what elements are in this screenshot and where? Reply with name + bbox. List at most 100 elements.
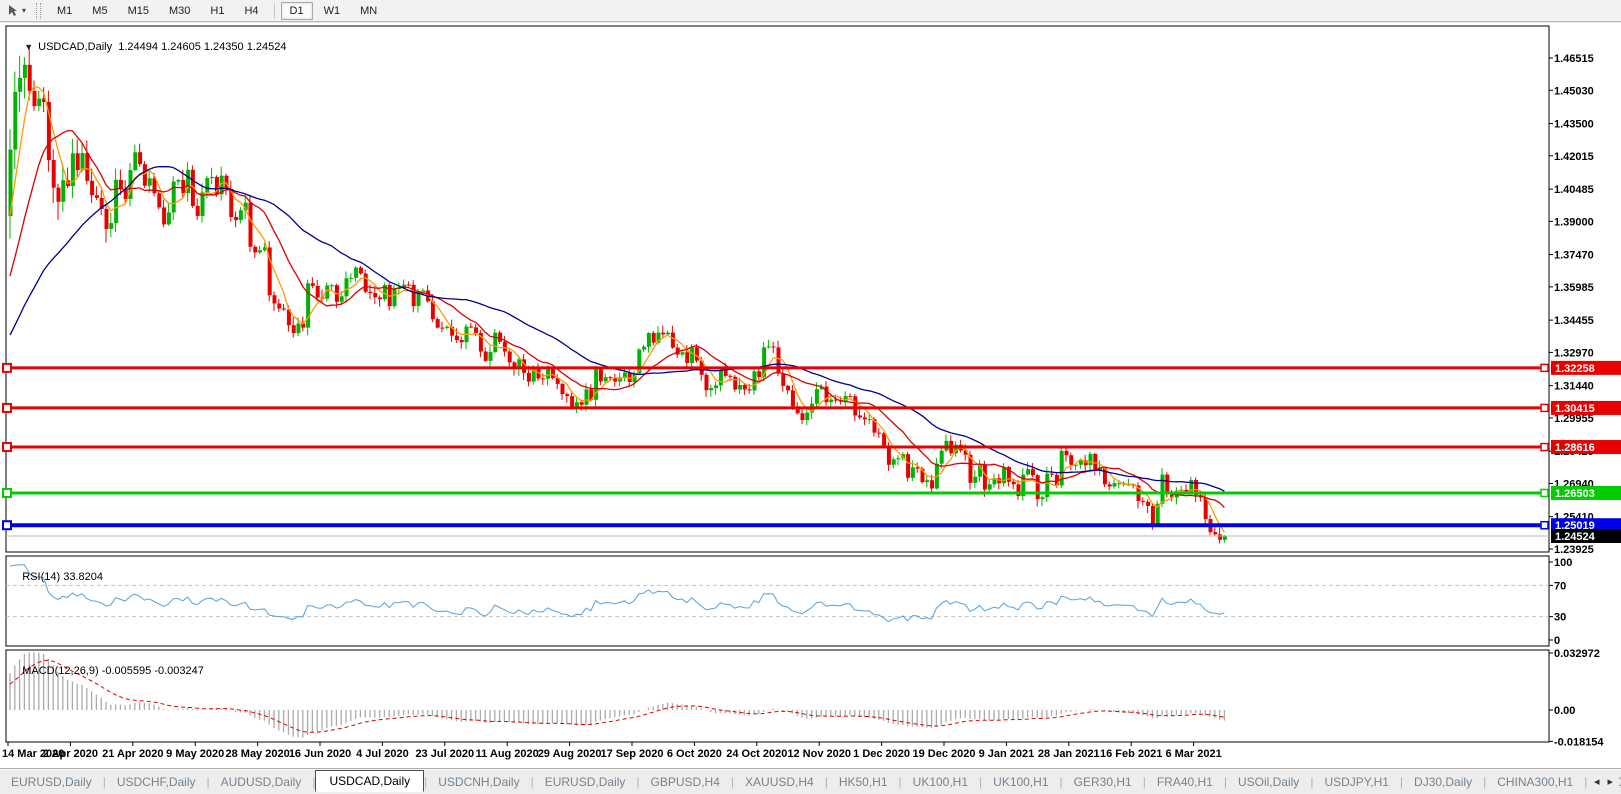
- price-tick-label: 1.45030: [1554, 85, 1594, 97]
- hline-price-label: 1.30415: [1555, 403, 1595, 415]
- chart-tab-hk50-h1[interactable]: HK50,H1: [828, 772, 899, 792]
- rsi-name: RSI(14): [22, 571, 60, 583]
- cursor-icon: [6, 4, 20, 18]
- hline-right-handle[interactable]: [1541, 522, 1548, 529]
- moving-average-line-5: [10, 86, 1224, 532]
- timeframe-H1[interactable]: H1: [201, 2, 233, 20]
- symbol-tab-bar: EURUSD,Daily|USDCHF,Daily|AUDUSD,Daily|U…: [0, 768, 1621, 794]
- timeframe-M5[interactable]: M5: [83, 2, 116, 20]
- macd-pane-border: [6, 650, 1549, 742]
- macd-indicator-label: MACD(12,26,9) -0.005595 -0.003247: [10, 653, 204, 689]
- rsi-tick-label: 70: [1554, 580, 1566, 592]
- macd-tick-label: 0.032972: [1554, 648, 1600, 660]
- price-tick-label: 1.42015: [1554, 151, 1594, 163]
- candles-layer[interactable]: [9, 46, 1227, 544]
- date-label: 16 Feb 2021: [1100, 748, 1162, 760]
- date-label: 23 Jul 2020: [415, 748, 474, 760]
- chart-symbol-period: USDCAD,Daily: [38, 41, 112, 53]
- timeframe-M30[interactable]: M30: [160, 2, 199, 20]
- hline-right-handle[interactable]: [1541, 364, 1548, 371]
- chart-tab-fra40-h1[interactable]: FRA40,H1: [1146, 772, 1224, 792]
- chart-tab-uk100-h1[interactable]: UK100,H1: [902, 772, 979, 792]
- date-label: 6 Mar 2021: [1165, 748, 1221, 760]
- price-tick-label: 1.37470: [1554, 250, 1594, 262]
- timeframe-W1[interactable]: W1: [315, 2, 350, 20]
- hline-right-handle[interactable]: [1541, 404, 1548, 411]
- date-label: 17 Sep 2020: [601, 748, 664, 760]
- rsi-line: [10, 565, 1224, 622]
- price-chart-canvas[interactable]: 1.46515 1.45030 1.43500 1.42015 1.40485 1.390…: [0, 23, 1621, 764]
- chart-tab-usdcnh-daily[interactable]: USDCNH,Daily: [427, 772, 530, 792]
- moving-average-line-34: [10, 167, 1224, 492]
- price-tick-label: 1.35985: [1554, 282, 1594, 294]
- chart-tab-xauusd-h4[interactable]: XAUUSD,H4: [734, 772, 825, 792]
- date-label: 6 Oct 2020: [667, 748, 722, 760]
- scroll-right-icon[interactable]: ▸: [1607, 775, 1613, 788]
- chart-tab-gbpusd-h4[interactable]: GBPUSD,H4: [640, 772, 731, 792]
- chart-tab-usdjpy-h1[interactable]: USDJPY,H1: [1313, 772, 1399, 792]
- date-label: 24 Oct 2020: [726, 748, 787, 760]
- date-label: 29 Aug 2020: [538, 748, 602, 760]
- price-tick-label: 1.46515: [1554, 53, 1594, 65]
- timeframe-M15[interactable]: M15: [119, 2, 158, 20]
- date-label: 12 Nov 2020: [787, 748, 851, 760]
- chevron-down-icon: ▾: [22, 6, 26, 15]
- price-tick-label: 1.23925: [1554, 544, 1594, 556]
- hline-left-handle[interactable]: [3, 364, 11, 372]
- date-label: 19 Dec 2020: [913, 748, 976, 760]
- tab-scroll-arrows: ◂ ▸: [1588, 770, 1619, 792]
- chart-window[interactable]: 1.46515 1.45030 1.43500 1.42015 1.40485 1.390…: [0, 23, 1621, 764]
- chart-tab-dj30-daily[interactable]: DJ30,Daily: [1403, 772, 1483, 792]
- timeframe-H4[interactable]: H4: [235, 2, 267, 20]
- chart-tab-china300-h1[interactable]: CHINA300,H1: [1486, 772, 1584, 792]
- hline-left-handle[interactable]: [3, 443, 11, 451]
- main-pane-border: [6, 26, 1549, 552]
- chart-tab-usdcad-daily[interactable]: USDCAD,Daily: [315, 770, 424, 792]
- date-label: 1 Dec 2020: [853, 748, 910, 760]
- hline-right-handle[interactable]: [1541, 489, 1548, 496]
- hline-price-label: 1.32258: [1555, 363, 1595, 375]
- date-label: 21 Apr 2020: [102, 748, 163, 760]
- date-label: 4 Jul 2020: [356, 748, 409, 760]
- price-tick-label: 1.34455: [1554, 315, 1594, 327]
- chart-tab-audusd-daily[interactable]: AUDUSD,Daily: [210, 772, 313, 792]
- timeframe-button-group: M1M5M15M30H1H4 D1W1MN: [47, 2, 387, 20]
- date-label: 2 Apr 2020: [43, 748, 98, 760]
- rsi-indicator-label: RSI(14) 33.8204: [10, 559, 103, 595]
- hline-left-handle[interactable]: [3, 404, 11, 412]
- rsi-tick-label: 100: [1554, 557, 1572, 569]
- chart-title: ▼USDCAD,Daily 1.24494 1.24605 1.24350 1.…: [12, 29, 286, 65]
- price-tick-label: 1.32970: [1554, 347, 1594, 359]
- macd-tick-label: 0.00: [1554, 705, 1575, 717]
- price-tick-label: 1.40485: [1554, 184, 1594, 196]
- rsi-tick-label: 0: [1554, 635, 1560, 647]
- date-label: 28 Jan 2021: [1038, 748, 1100, 760]
- hline-price-label: 1.26503: [1555, 488, 1595, 500]
- hline-right-handle[interactable]: [1541, 444, 1548, 451]
- cursor-tool-button[interactable]: ▾: [0, 0, 30, 21]
- hline-price-label: 1.28616: [1555, 442, 1595, 454]
- macd-name: MACD(12,26,9): [22, 665, 98, 677]
- chart-tab-eurusd-daily[interactable]: EURUSD,Daily: [0, 772, 103, 792]
- chart-tab-eurusd-daily[interactable]: EURUSD,Daily: [534, 772, 637, 792]
- hline-left-handle[interactable]: [3, 489, 11, 497]
- date-label: 16 Jun 2020: [289, 748, 351, 760]
- macd-main-value: -0.005595: [102, 665, 152, 677]
- scroll-left-icon[interactable]: ◂: [1594, 775, 1600, 788]
- timeframe-MN[interactable]: MN: [351, 2, 386, 20]
- chart-tab-uk100-h1[interactable]: UK100,H1: [982, 772, 1059, 792]
- timeframe-M1[interactable]: M1: [48, 2, 81, 20]
- chart-tab-usdchf-daily[interactable]: USDCHF,Daily: [106, 772, 207, 792]
- timeframe-D1[interactable]: D1: [281, 2, 313, 20]
- rsi-tick-label: 30: [1554, 612, 1566, 624]
- hline-left-handle[interactable]: [3, 521, 11, 529]
- chart-tab-ger30-h1[interactable]: GER30,H1: [1063, 772, 1143, 792]
- price-tick-label: 1.39000: [1554, 216, 1594, 228]
- chart-tab-usoil-daily[interactable]: USOil,Daily: [1227, 772, 1310, 792]
- price-tick-label: 1.31440: [1554, 381, 1594, 393]
- toolbar-grip[interactable]: [36, 3, 41, 19]
- current-price-label: 1.24524: [1555, 531, 1596, 543]
- collapse-triangle-icon[interactable]: ▼: [24, 42, 33, 52]
- macd-tick-label: -0.018154: [1554, 736, 1604, 748]
- price-tick-label: 1.43500: [1554, 119, 1594, 131]
